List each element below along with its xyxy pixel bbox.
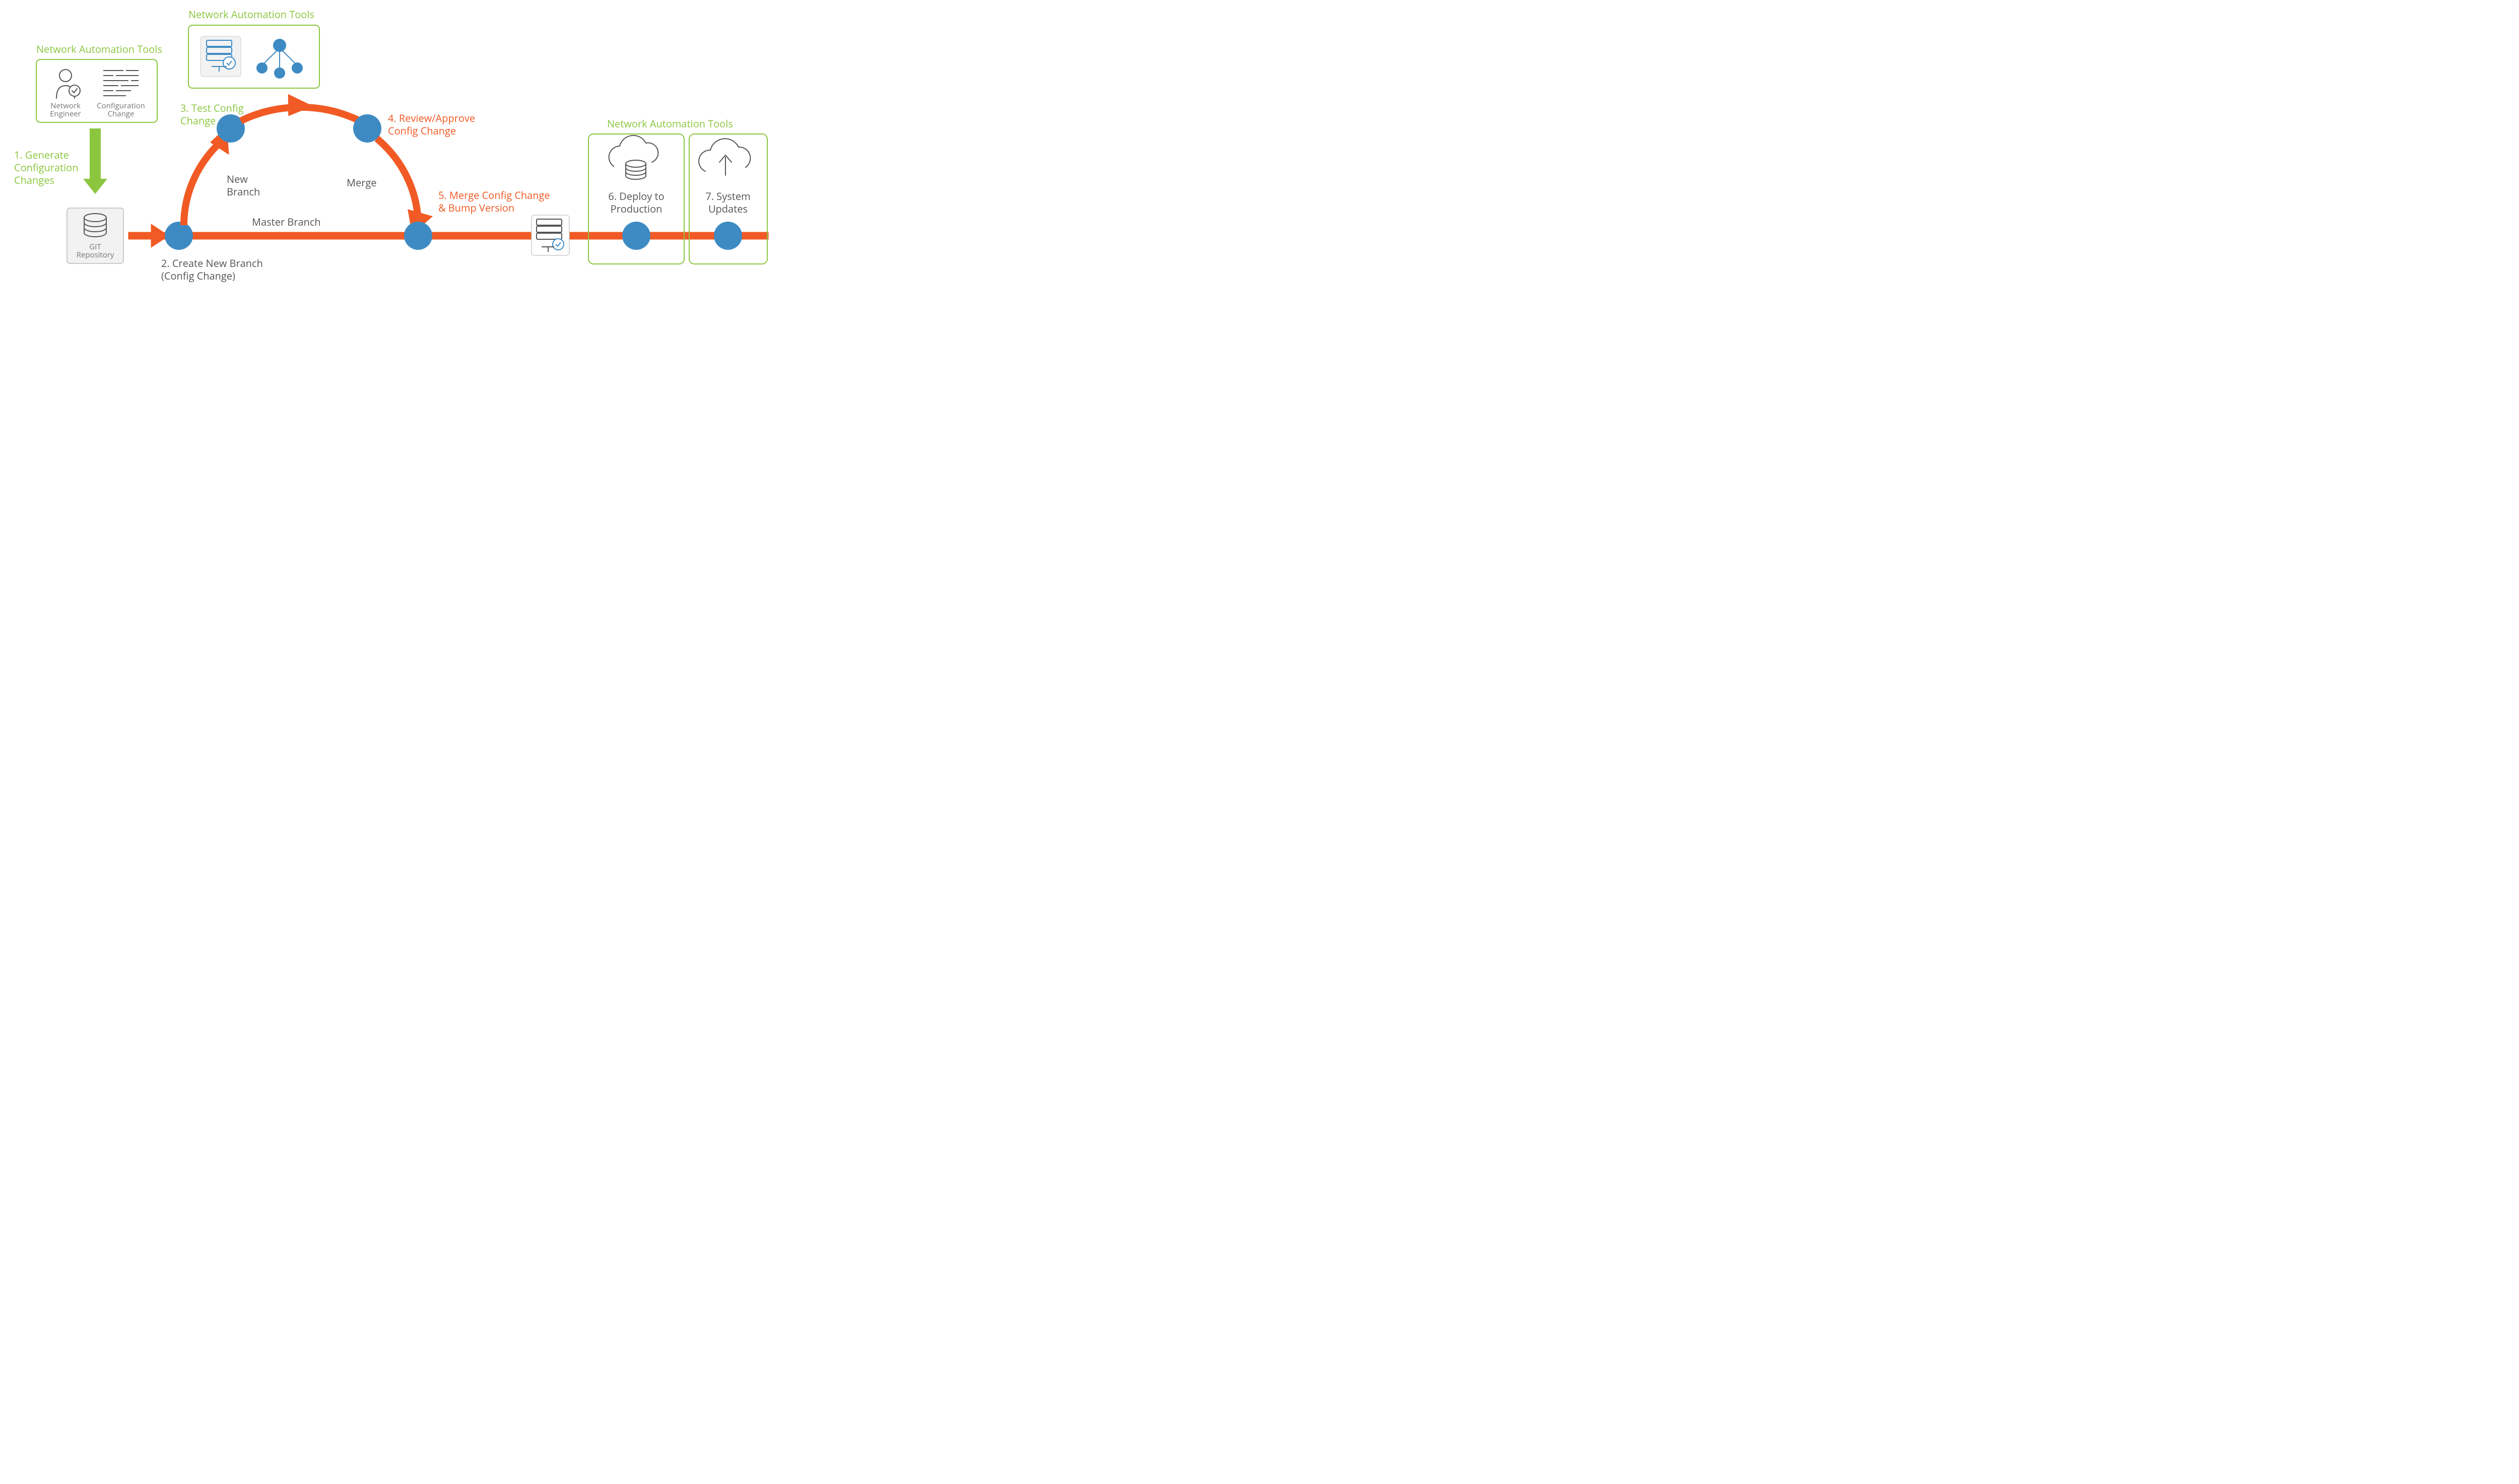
network-graph-icon — [257, 39, 302, 78]
cloud-database-icon — [609, 136, 658, 179]
step-6-node — [622, 222, 650, 250]
tools-box-2-title: Network Automation Tools — [188, 8, 314, 21]
network-engineer-caption: NetworkEngineer — [50, 101, 81, 119]
step-5-label: 5. Merge Config Change& Bump Version — [438, 188, 550, 215]
step-2-label: 2. Create New Branch (Config Change) — [161, 256, 266, 283]
merge-label: Merge — [347, 176, 376, 189]
config-change-caption: ConfigurationChange — [97, 101, 145, 119]
diagram-canvas: Network Automation Tools NetworkEngineer… — [0, 0, 773, 290]
step-7-node — [714, 222, 742, 250]
step-1-label: 1. Generate Configuration Changes — [14, 148, 81, 187]
network-engineer-icon — [56, 70, 80, 98]
step-6-label: 6. Deploy toProduction — [608, 189, 664, 216]
arc-merge — [377, 139, 433, 237]
step-4-label: 4. Review/ApproveConfig Change — [388, 111, 475, 138]
arc-top — [241, 94, 358, 121]
tools-box-3-title: Network Automation Tools — [607, 117, 733, 130]
tools-box-1-title: Network Automation Tools — [36, 42, 162, 56]
config-change-icon — [103, 71, 139, 96]
new-branch-label: NewBranch — [227, 172, 260, 198]
cloud-upload-icon — [699, 139, 750, 175]
master-branch-flow — [128, 224, 768, 247]
step-7-label: 7. SystemUpdates — [705, 189, 750, 216]
step-2-node — [165, 222, 193, 250]
server-box-on-branch — [532, 215, 569, 255]
arrow-step1-down — [83, 128, 107, 194]
step-5-node — [404, 222, 432, 250]
master-branch-label: Master Branch — [252, 215, 321, 229]
